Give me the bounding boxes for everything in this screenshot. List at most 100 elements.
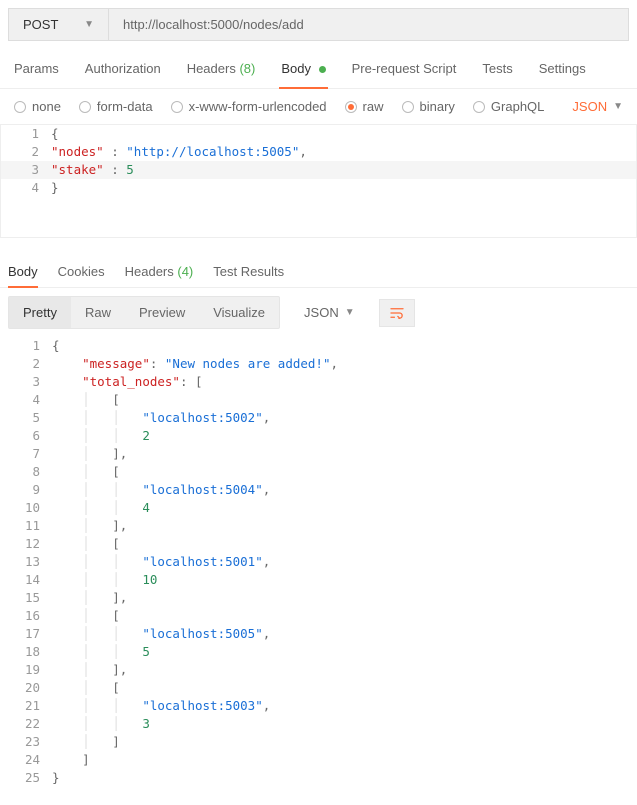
radio-icon	[79, 101, 91, 113]
visualize-button[interactable]: Visualize	[199, 297, 279, 328]
radio-label: form-data	[97, 99, 153, 114]
code-content: }	[52, 769, 637, 787]
response-format-label: JSON	[304, 305, 339, 320]
tab-body-label: Body	[281, 61, 311, 76]
method-select[interactable]: POST ▼	[9, 9, 109, 40]
code-content: {	[52, 337, 637, 355]
code-content: │ │ 5	[52, 643, 637, 661]
line-number: 10	[2, 499, 52, 517]
radio-raw[interactable]: raw	[345, 99, 384, 114]
tab-headers-label: Headers	[187, 61, 236, 76]
radio-xform[interactable]: x-www-form-urlencoded	[171, 99, 327, 114]
preview-button[interactable]: Preview	[125, 297, 199, 328]
radio-none[interactable]: none	[14, 99, 61, 114]
code-content: │ ],	[52, 517, 637, 535]
code-content: {	[51, 125, 636, 143]
line-number: 3	[2, 373, 52, 391]
tab-settings[interactable]: Settings	[537, 49, 588, 88]
line-number: 24	[2, 751, 52, 769]
line-number: 15	[2, 589, 52, 607]
radio-icon	[402, 101, 414, 113]
line-number: 17	[2, 625, 52, 643]
code-content: │ │ "localhost:5001",	[52, 553, 637, 571]
line-number: 8	[2, 463, 52, 481]
tab-headers[interactable]: Headers (8)	[185, 49, 258, 88]
resp-tab-headers[interactable]: Headers (4)	[125, 256, 194, 287]
radio-icon	[473, 101, 485, 113]
code-content: │ ]	[52, 733, 637, 751]
radio-label: raw	[363, 99, 384, 114]
code-content: │ │ 4	[52, 499, 637, 517]
code-content: ]	[52, 751, 637, 769]
line-number: 3	[1, 161, 51, 179]
code-content: }	[51, 179, 636, 197]
body-type-selector: none form-data x-www-form-urlencoded raw…	[0, 89, 637, 125]
tab-prerequest[interactable]: Pre-request Script	[350, 49, 459, 88]
line-number: 19	[2, 661, 52, 679]
modified-dot-icon	[319, 66, 326, 73]
line-number: 2	[1, 143, 51, 161]
line-number: 2	[2, 355, 52, 373]
response-toolbar: Pretty Raw Preview Visualize JSON ▼	[0, 288, 637, 337]
radio-icon	[171, 101, 183, 113]
chevron-down-icon: ▼	[345, 307, 355, 318]
line-number: 1	[2, 337, 52, 355]
line-number: 13	[2, 553, 52, 571]
line-number: 25	[2, 769, 52, 787]
code-content: "total_nodes": [	[52, 373, 637, 391]
radio-label: x-www-form-urlencoded	[189, 99, 327, 114]
body-subtype-label: JSON	[572, 99, 607, 114]
resp-tab-test-results[interactable]: Test Results	[213, 256, 284, 287]
line-number: 1	[1, 125, 51, 143]
line-number: 22	[2, 715, 52, 733]
line-number: 16	[2, 607, 52, 625]
tab-headers-count: (8)	[239, 61, 255, 76]
radio-formdata[interactable]: form-data	[79, 99, 153, 114]
code-content: │ │ "localhost:5003",	[52, 697, 637, 715]
chevron-down-icon: ▼	[84, 19, 94, 30]
pretty-button[interactable]: Pretty	[9, 297, 71, 328]
request-tabs: Params Authorization Headers (8) Body Pr…	[0, 49, 637, 89]
line-number: 21	[2, 697, 52, 715]
line-number: 9	[2, 481, 52, 499]
radio-graphql[interactable]: GraphQL	[473, 99, 544, 114]
radio-label: GraphQL	[491, 99, 544, 114]
request-bar: POST ▼	[8, 8, 629, 41]
code-content: │ ],	[52, 445, 637, 463]
resp-tab-body[interactable]: Body	[8, 256, 38, 287]
tab-params[interactable]: Params	[12, 49, 61, 88]
code-content: │ [	[52, 535, 637, 553]
tab-tests[interactable]: Tests	[480, 49, 514, 88]
line-number: 7	[2, 445, 52, 463]
code-content: │ [	[52, 679, 637, 697]
line-number: 18	[2, 643, 52, 661]
line-number: 4	[2, 391, 52, 409]
code-content: │ │ 3	[52, 715, 637, 733]
radio-icon	[345, 101, 357, 113]
tab-body[interactable]: Body	[279, 49, 327, 88]
line-number: 4	[1, 179, 51, 197]
radio-label: none	[32, 99, 61, 114]
code-content: │ │ "localhost:5004",	[52, 481, 637, 499]
request-body-editor[interactable]: 1{ 2"nodes" : "http://localhost:5005", 3…	[0, 125, 637, 238]
raw-button[interactable]: Raw	[71, 297, 125, 328]
tab-authorization[interactable]: Authorization	[83, 49, 163, 88]
code-content: "message": "New nodes are added!",	[52, 355, 637, 373]
resp-tab-cookies[interactable]: Cookies	[58, 256, 105, 287]
line-number: 12	[2, 535, 52, 553]
line-number: 20	[2, 679, 52, 697]
code-content: │ ],	[52, 589, 637, 607]
code-content: "nodes" : "http://localhost:5005",	[51, 143, 636, 161]
code-content: │ [	[52, 607, 637, 625]
view-mode-group: Pretty Raw Preview Visualize	[8, 296, 280, 329]
wrap-lines-button[interactable]	[379, 299, 415, 327]
response-body-viewer[interactable]: 1{2 "message": "New nodes are added!",3 …	[0, 337, 637, 787]
response-tabs: Body Cookies Headers (4) Test Results	[0, 248, 637, 288]
body-subtype-select[interactable]: JSON ▼	[572, 99, 623, 114]
url-input[interactable]	[109, 9, 628, 40]
response-format-select[interactable]: JSON ▼	[292, 297, 367, 328]
line-number: 6	[2, 427, 52, 445]
radio-binary[interactable]: binary	[402, 99, 455, 114]
line-number: 14	[2, 571, 52, 589]
line-number: 23	[2, 733, 52, 751]
